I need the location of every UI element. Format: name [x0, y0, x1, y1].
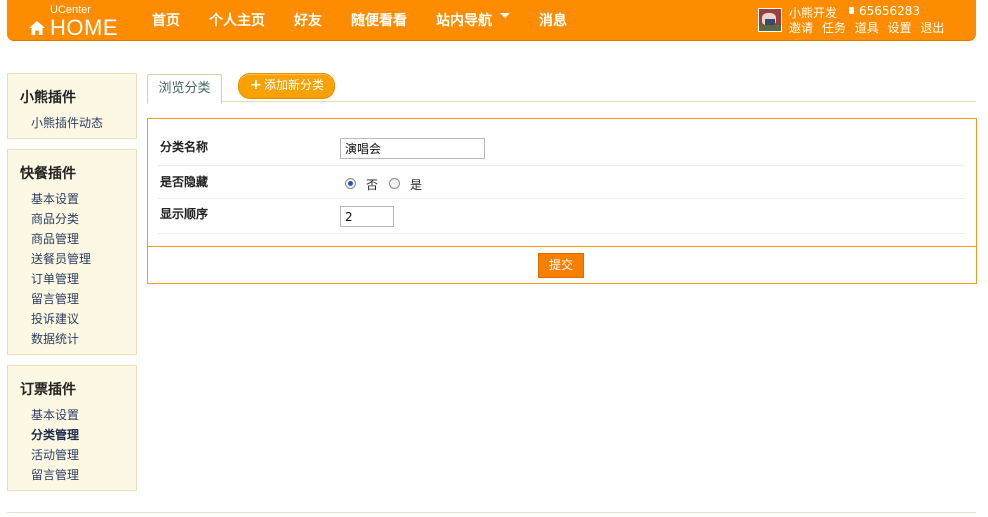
add-category-label: 添加新分类 [264, 78, 325, 92]
row-divider [158, 198, 964, 199]
nav-site-navigation[interactable]: 站内导航 [436, 0, 510, 40]
nav-site-navigation-label: 站内导航 [436, 13, 492, 29]
sidebar-item-basic-settings[interactable]: 基本设置 [31, 190, 79, 207]
coin-icon [849, 7, 854, 14]
credit-value: 65656283 [859, 4, 921, 18]
sidebar-item-product-categories[interactable]: 商品分类 [31, 210, 79, 227]
user-links: 邀请 任务 道具 设置 退出 [789, 19, 949, 36]
caret-down-icon[interactable] [500, 12, 510, 18]
display-order-label: 显示顺序 [160, 207, 209, 221]
sidebar-item-basic-settings[interactable]: 基本设置 [31, 406, 79, 423]
avatar[interactable] [758, 8, 782, 32]
sidebar-item-category-management[interactable]: 分类管理 [31, 426, 79, 443]
hidden-yes-label: 是 [410, 178, 423, 192]
logout-link[interactable]: 退出 [920, 21, 944, 35]
display-order-input[interactable] [340, 206, 394, 227]
sidebar-section-title: 订票插件 [20, 382, 76, 398]
tab-browse-categories[interactable]: 浏览分类 [147, 74, 222, 104]
category-form: 分类名称 是否隐藏 否 是 显示顺序 提交 [147, 118, 977, 284]
top-navbar: UCenter HOME 首页 个人主页 好友 随便看看 站内导航 消息 小熊开… [7, 0, 976, 41]
submit-button[interactable]: 提交 [538, 253, 584, 278]
sidebar-item-plugin-news[interactable]: 小熊插件动态 [31, 114, 103, 131]
props-link[interactable]: 道具 [855, 21, 879, 35]
sidebar-section-fastfood: 快餐插件 基本设置 商品分类 商品管理 送餐员管理 订单管理 留言管理 投诉建议… [7, 149, 137, 355]
hidden-label: 是否隐藏 [160, 175, 209, 189]
row-divider [158, 165, 964, 166]
sidebar-section-title: 快餐插件 [20, 166, 76, 182]
form-footer-divider [148, 246, 976, 247]
sidebar-item-courier-management[interactable]: 送餐员管理 [31, 250, 91, 267]
sidebar-item-order-management[interactable]: 订单管理 [31, 270, 79, 287]
row-divider [158, 233, 964, 234]
nav-messages[interactable]: 消息 [539, 0, 567, 40]
sidebar-section-title: 小熊插件 [20, 90, 76, 106]
credit-display: 65656283 [849, 4, 920, 18]
sidebar-item-event-management[interactable]: 活动管理 [31, 446, 79, 463]
main-nav: 首页 个人主页 好友 随便看看 站内导航 消息 [152, 0, 596, 40]
footer-divider [7, 512, 976, 513]
tasks-link[interactable]: 任务 [822, 21, 846, 35]
nav-browse[interactable]: 随便看看 [351, 0, 407, 40]
tabs-divider [147, 101, 976, 102]
nav-friends[interactable]: 好友 [294, 0, 322, 40]
hidden-yes-radio[interactable] [389, 178, 400, 189]
category-name-label: 分类名称 [160, 140, 209, 154]
sidebar-item-message-management[interactable]: 留言管理 [31, 466, 79, 483]
sidebar-item-product-management[interactable]: 商品管理 [31, 230, 79, 247]
add-category-button[interactable]: + 添加新分类 [238, 73, 335, 99]
sidebar-section-xiaoxiong: 小熊插件 小熊插件动态 [7, 73, 137, 139]
hidden-no-radio[interactable] [345, 178, 356, 189]
nav-home[interactable]: 首页 [152, 0, 180, 40]
logo-title: HOME [50, 15, 118, 40]
invite-link[interactable]: 邀请 [789, 21, 813, 35]
plus-icon: + [250, 77, 262, 93]
sidebar-item-message-management[interactable]: 留言管理 [31, 290, 79, 307]
sidebar-item-complaints[interactable]: 投诉建议 [31, 310, 79, 327]
category-name-input[interactable] [340, 138, 485, 159]
sidebar-section-ticketing: 订票插件 基本设置 分类管理 活动管理 留言管理 [7, 365, 137, 491]
settings-link[interactable]: 设置 [888, 21, 912, 35]
sidebar-item-statistics[interactable]: 数据统计 [31, 330, 79, 347]
nav-profile[interactable]: 个人主页 [209, 0, 265, 40]
hidden-no-label: 否 [366, 178, 379, 192]
house-icon [29, 21, 45, 35]
